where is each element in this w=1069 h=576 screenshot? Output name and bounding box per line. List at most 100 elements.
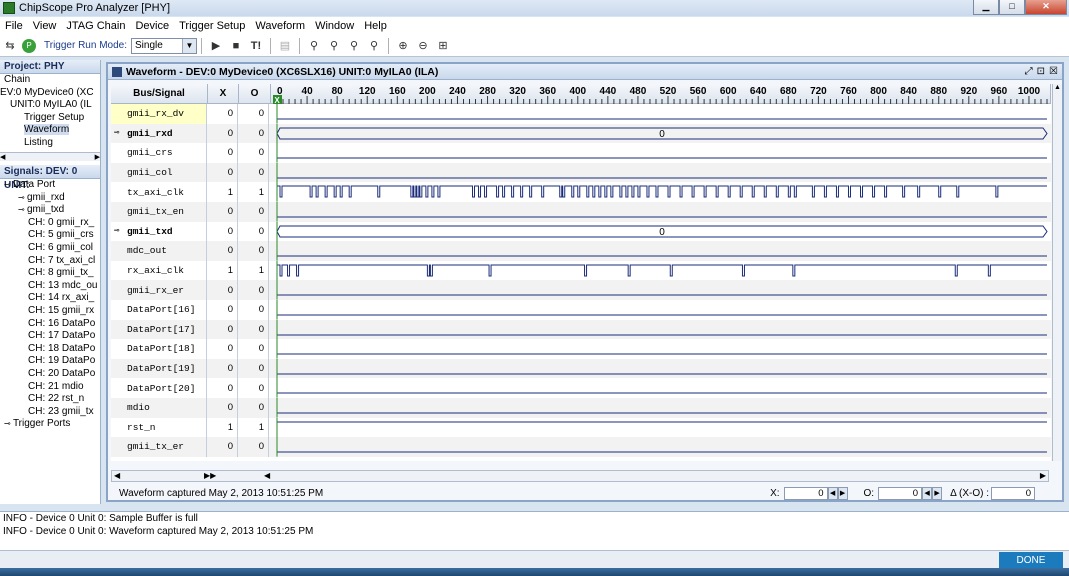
- signal-name[interactable]: rx_axi_clk: [111, 260, 207, 281]
- signal-waveform[interactable]: [271, 417, 1049, 438]
- signal-name[interactable]: rst_n: [111, 417, 207, 438]
- signal-row[interactable]: gmii_crs 0 0: [111, 143, 1051, 163]
- cursor-x-right-icon[interactable]: ▶: [837, 486, 848, 500]
- signal-tree-item[interactable]: CH: 7 tx_axi_cl: [0, 255, 100, 268]
- menu-trigger-setup[interactable]: Trigger Setup: [174, 20, 250, 32]
- signal-tree-item[interactable]: CH: 22 rst_n: [0, 393, 100, 406]
- cursor-x-field[interactable]: 0: [783, 486, 828, 500]
- tree-item-unit[interactable]: UNIT:0 MyILA0 (IL: [0, 99, 100, 112]
- expand-bus-icon[interactable]: ⊸: [114, 226, 119, 236]
- signal-row[interactable]: mdc_out 0 0: [111, 241, 1051, 261]
- tree-item-listing[interactable]: Listing: [0, 137, 100, 150]
- signal-name[interactable]: gmii_crs: [111, 143, 207, 163]
- signal-row[interactable]: gmii_rx_dv 0 0: [111, 104, 1051, 124]
- signal-waveform[interactable]: [271, 280, 1049, 300]
- menu-file[interactable]: File: [0, 20, 28, 32]
- menu-waveform[interactable]: Waveform: [250, 20, 310, 32]
- signal-waveform[interactable]: [271, 162, 1049, 183]
- signal-tree-item[interactable]: CH: 23 gmii_tx: [0, 406, 100, 419]
- signal-tree-item[interactable]: ⊸ gmii_rxd: [0, 192, 100, 205]
- signal-name[interactable]: ⊸ gmii_rxd: [111, 123, 207, 144]
- signal-waveform[interactable]: [271, 143, 1049, 163]
- tree-item-waveform[interactable]: Waveform: [0, 124, 100, 137]
- tree-item-trigger-setup[interactable]: Trigger Setup: [0, 112, 100, 125]
- wave-scroll-left-icon[interactable]: ◀: [264, 471, 270, 480]
- signal-tree-item[interactable]: CH: 19 DataPo: [0, 355, 100, 368]
- signal-name[interactable]: gmii_tx_en: [111, 202, 207, 222]
- signal-row[interactable]: gmii_tx_er 0 0: [111, 437, 1051, 457]
- signal-tree-item[interactable]: CH: 20 DataPo: [0, 368, 100, 381]
- signal-row[interactable]: DataPort[19] 0 0: [111, 358, 1051, 379]
- signal-name[interactable]: gmii_col: [111, 162, 207, 183]
- horizontal-scrollbar[interactable]: ◀ ▶▶ ◀ ▶: [111, 470, 1049, 482]
- maximize-icon[interactable]: ⊡: [1037, 66, 1045, 77]
- menu-help[interactable]: Help: [359, 20, 392, 32]
- tree-item-device[interactable]: EV:0 MyDevice0 (XC: [0, 87, 100, 100]
- scroll-right-icon[interactable]: ▶: [1040, 471, 1046, 480]
- go-to-x-icon[interactable]: ⚲: [306, 38, 322, 54]
- minimize-button[interactable]: ▁: [973, 0, 999, 15]
- run-icon[interactable]: ▶: [208, 38, 224, 54]
- cursor-x-left-icon[interactable]: ◀: [827, 486, 838, 500]
- signal-waveform[interactable]: 0: [271, 123, 1049, 144]
- signal-waveform[interactable]: [271, 319, 1049, 340]
- signal-waveform[interactable]: [271, 182, 1049, 202]
- expand-icon[interactable]: ⊸: [4, 419, 13, 428]
- signal-row[interactable]: mdio 0 0: [111, 398, 1051, 418]
- bus-signal-column-header[interactable]: Bus/Signal: [111, 84, 208, 104]
- signal-row[interactable]: rst_n 1 1: [111, 417, 1051, 438]
- zoom-in-icon[interactable]: ⊕: [395, 38, 411, 54]
- signal-name[interactable]: gmii_tx_er: [111, 437, 207, 457]
- signal-row[interactable]: DataPort[17] 0 0: [111, 319, 1051, 340]
- signal-waveform[interactable]: [271, 202, 1049, 222]
- signal-waveform[interactable]: [271, 398, 1049, 418]
- signal-row[interactable]: DataPort[16] 0 0: [111, 300, 1051, 320]
- signal-tree-item[interactable]: ⊸ gmii_txd: [0, 204, 100, 217]
- trigger-immediate-icon[interactable]: T!: [248, 38, 264, 54]
- signal-tree-item[interactable]: ⊸ Data Port: [0, 179, 100, 192]
- signal-tree-item[interactable]: ⊸ Trigger Ports: [0, 418, 100, 431]
- project-scrollbar[interactable]: ◀ ▶: [0, 152, 100, 161]
- cursor-o-left-icon[interactable]: ◀: [922, 486, 933, 500]
- signal-tree-item[interactable]: CH: 13 mdc_ou: [0, 280, 100, 293]
- signal-name[interactable]: gmii_rx_er: [111, 280, 207, 300]
- listing-icon[interactable]: ▤: [277, 38, 293, 54]
- menu-device[interactable]: Device: [130, 20, 174, 32]
- signal-tree-item[interactable]: CH: 17 DataPo: [0, 330, 100, 343]
- signal-row[interactable]: DataPort[18] 0 0: [111, 339, 1051, 359]
- signal-row[interactable]: DataPort[20] 0 0: [111, 378, 1051, 398]
- jtag-chain-icon[interactable]: ⇆: [2, 38, 18, 54]
- o-column-header[interactable]: O: [239, 84, 271, 104]
- zoom-fit-icon[interactable]: ⊞: [435, 38, 451, 54]
- signal-waveform[interactable]: [271, 260, 1049, 281]
- maximize-button[interactable]: □: [999, 0, 1025, 15]
- zoom-out-icon[interactable]: ⊖: [415, 38, 431, 54]
- expand-icon[interactable]: ⊸: [18, 193, 27, 202]
- signal-name[interactable]: DataPort[19]: [111, 358, 207, 379]
- name-scroll-right-icon[interactable]: ▶▶: [204, 471, 216, 480]
- signal-name[interactable]: ⊸ gmii_txd: [111, 221, 207, 242]
- signal-waveform[interactable]: [271, 378, 1049, 398]
- signal-tree-item[interactable]: CH: 18 DataPo: [0, 343, 100, 356]
- signal-waveform[interactable]: [271, 339, 1049, 359]
- signal-waveform[interactable]: [271, 300, 1049, 320]
- menu-view[interactable]: View: [28, 20, 62, 32]
- go-to-trigger-icon[interactable]: ⚲: [346, 38, 362, 54]
- signal-waveform[interactable]: 0: [271, 221, 1049, 242]
- signal-tree-item[interactable]: CH: 8 gmii_tx_: [0, 267, 100, 280]
- signal-tree-item[interactable]: CH: 21 mdio: [0, 381, 100, 394]
- cursor-o-field[interactable]: 0: [878, 486, 923, 500]
- go-to-end-icon[interactable]: ⚲: [366, 38, 382, 54]
- expand-icon[interactable]: ⊸: [18, 205, 27, 214]
- trigger-run-mode-select[interactable]: Single ▼: [131, 37, 197, 54]
- close-icon[interactable]: ☒: [1049, 66, 1058, 77]
- signal-tree-item[interactable]: CH: 16 DataPo: [0, 318, 100, 331]
- scroll-up-icon[interactable]: ▲: [1053, 84, 1062, 94]
- signal-tree-item[interactable]: CH: 14 rx_axi_: [0, 292, 100, 305]
- tree-item-chain[interactable]: Chain: [0, 74, 100, 87]
- stop-icon[interactable]: ■: [228, 38, 244, 54]
- signal-name[interactable]: mdc_out: [111, 241, 207, 261]
- signal-row[interactable]: ⊸ gmii_rxd 0 0 0: [111, 123, 1051, 144]
- x-column-header[interactable]: X: [208, 84, 239, 104]
- signal-waveform[interactable]: [271, 358, 1049, 379]
